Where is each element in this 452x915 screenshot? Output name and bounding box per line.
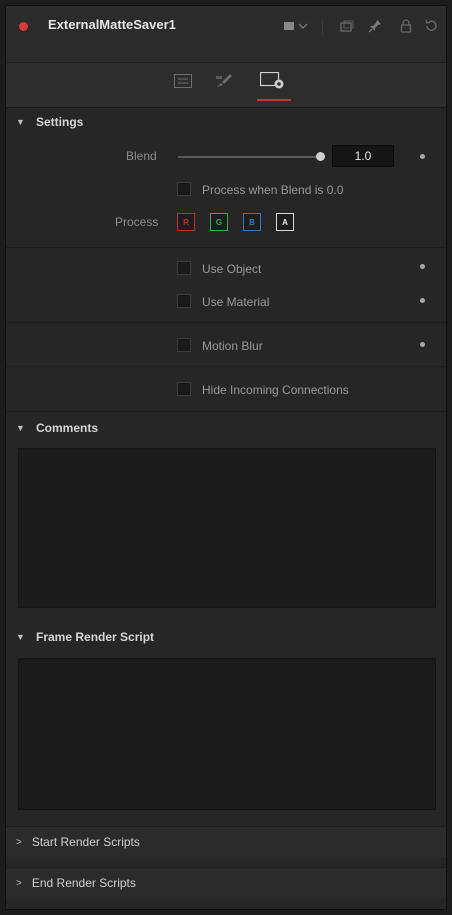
dropdown-chevron-icon[interactable] [296,19,310,33]
start-render-scripts-label: Start Render Scripts [31,835,140,849]
gear-icon [259,71,286,93]
divider [6,411,446,412]
brush-icon [215,73,235,92]
channel-red-toggle[interactable]: R [177,213,195,231]
tab-controls[interactable] [172,71,194,93]
end-render-scripts-section-header[interactable]: > End Render Scripts [6,867,446,898]
process-when-blend-checkbox[interactable] [177,182,191,196]
blend-keyframe-dot[interactable] [420,154,425,159]
reset-icon[interactable] [424,19,438,33]
divider [6,366,446,367]
use-material-label: Use Material [202,295,270,309]
active-tab-indicator [257,99,291,101]
frame-render-script-textarea[interactable] [18,658,436,810]
inspector-tabs [6,62,446,108]
motion-blur-keyframe-dot[interactable] [420,342,425,347]
node-header: ExternalMatteSaver1 [6,6,446,62]
blend-label: Blend [126,149,157,163]
tab-settings[interactable] [259,71,286,93]
channel-green-toggle[interactable]: G [210,213,228,231]
divider [6,322,446,323]
frame-render-script-section-header[interactable]: ▼ Frame Render Script [6,623,446,651]
use-object-keyframe-dot[interactable] [420,264,425,269]
chevron-right-icon: > [16,877,22,889]
node-title[interactable]: ExternalMatteSaver1 [48,17,176,32]
motion-blur-label: Motion Blur [202,339,263,353]
header-divider [322,19,323,35]
use-material-keyframe-dot[interactable] [420,298,425,303]
chevron-down-icon: ▼ [16,632,25,642]
sliders-icon [174,73,192,91]
color-square-icon[interactable] [282,19,296,33]
chevron-right-icon: > [16,836,22,848]
settings-section-header[interactable]: ▼ Settings [6,108,446,136]
blend-slider-knob[interactable] [316,152,325,161]
process-when-blend-label: Process when Blend is 0.0 [202,183,344,197]
versions-icon[interactable] [340,19,354,33]
settings-section-label: Settings [36,115,84,129]
comments-textarea[interactable] [18,448,436,608]
chevron-down-icon: ▼ [16,423,25,433]
end-render-scripts-label: End Render Scripts [31,876,136,890]
use-material-checkbox[interactable] [177,294,191,308]
use-object-checkbox[interactable] [177,261,191,275]
divider [6,247,446,248]
start-render-scripts-section-header[interactable]: > Start Render Scripts [6,826,446,857]
node-color-dot[interactable] [19,22,28,31]
chevron-down-icon: ▼ [16,117,25,127]
motion-blur-checkbox[interactable] [177,338,191,352]
comments-section-label: Comments [36,421,99,435]
lock-icon[interactable] [399,19,413,33]
frame-render-script-label: Frame Render Script [36,630,155,644]
pin-icon[interactable] [368,19,382,33]
process-label: Process [115,215,159,229]
blend-slider-track[interactable] [178,156,320,158]
inspector-panel: ExternalMatteSaver1 ▼ Settings Blend 1.0… [5,5,447,910]
blend-value-field[interactable]: 1.0 [332,145,394,167]
hide-incoming-checkbox[interactable] [177,382,191,396]
channel-blue-toggle[interactable]: B [243,213,261,231]
hide-incoming-label: Hide Incoming Connections [202,383,349,397]
use-object-label: Use Object [202,262,262,276]
tab-modifiers[interactable] [214,71,236,93]
comments-section-header[interactable]: ▼ Comments [6,414,446,442]
channel-alpha-toggle[interactable]: A [276,213,294,231]
